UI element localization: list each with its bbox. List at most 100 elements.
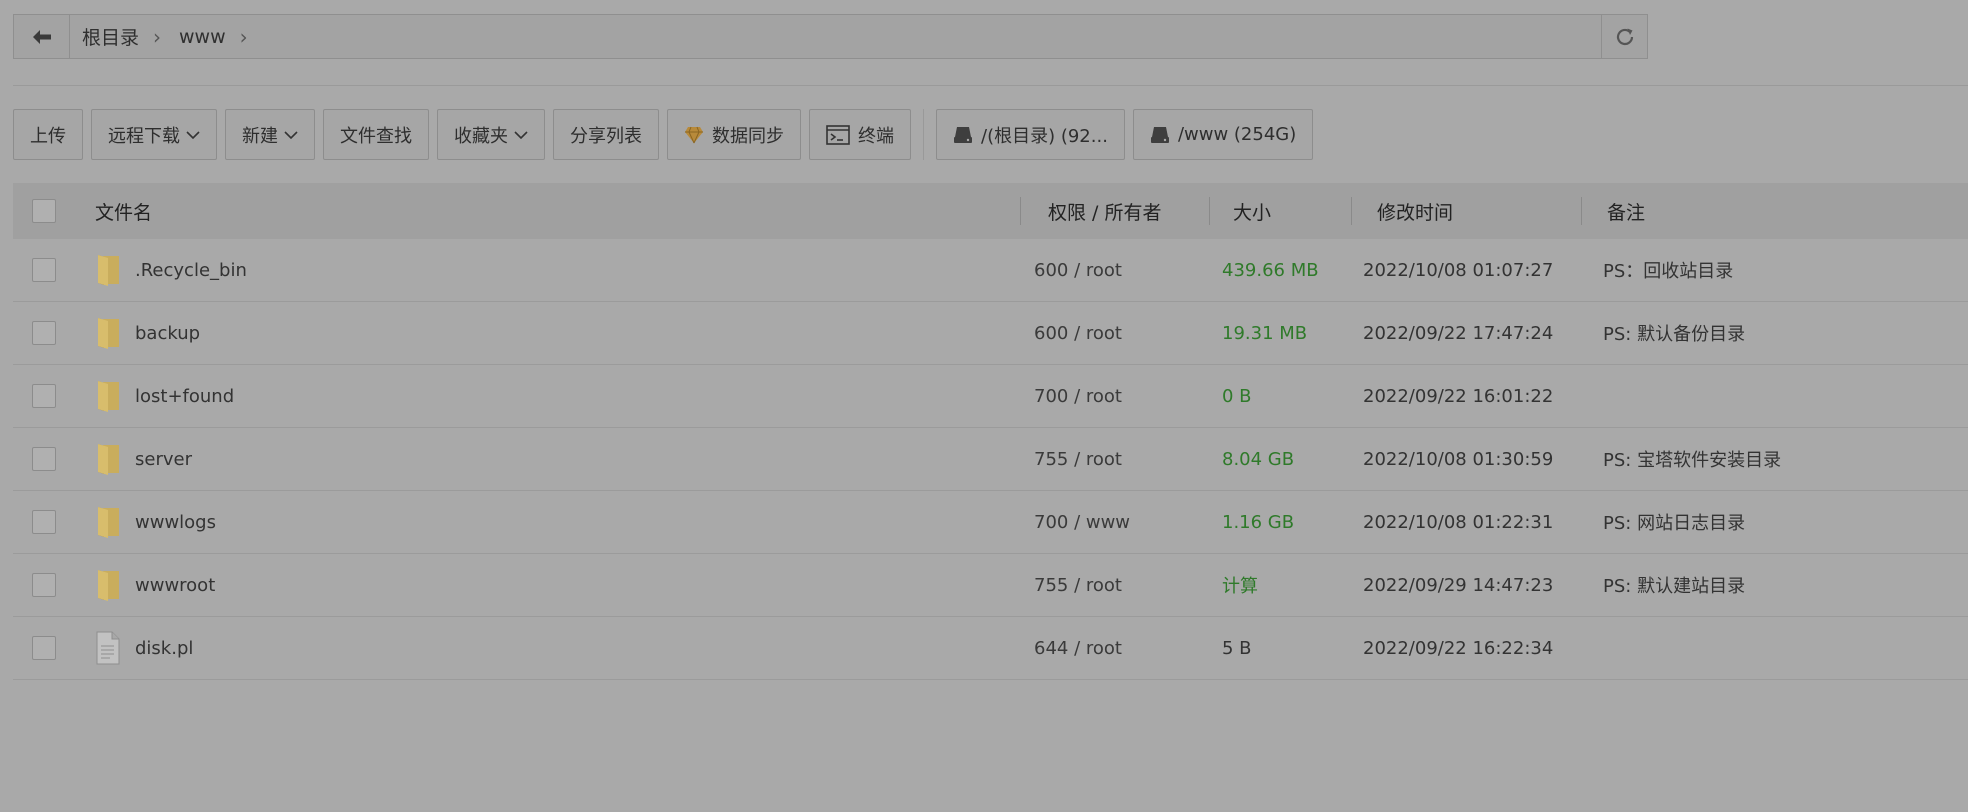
table-row[interactable]: wwwlogs 700 / www 1.16 GB 2022/10/08 01:22:… — [13, 491, 1968, 554]
file-name[interactable]: disk.pl — [135, 638, 193, 659]
row-checkbox[interactable] — [32, 510, 56, 534]
table-row[interactable]: server 755 / root 8.04 GB 2022/10/08 01:30:… — [13, 428, 1968, 491]
terminal-button[interactable]: 终端 — [809, 109, 911, 160]
file-name[interactable]: wwwlogs — [135, 512, 216, 533]
arrow-left-icon — [32, 29, 51, 44]
file-perm[interactable]: 600 / root — [1033, 260, 1221, 281]
file-mtime: 2022/09/22 17:47:24 — [1363, 322, 1554, 344]
folder-icon — [95, 568, 121, 602]
file-icon — [95, 631, 121, 665]
breadcrumb-www[interactable]: www — [179, 26, 226, 48]
select-all-checkbox[interactable] — [32, 199, 56, 223]
upload-label: 上传 — [30, 125, 66, 147]
breadcrumb-root[interactable]: 根目录 — [82, 23, 139, 50]
back-button[interactable] — [14, 15, 70, 58]
file-perm[interactable]: 700 / root — [1033, 386, 1221, 407]
table-row[interactable]: disk.pl 644 / root 5 B 2022/09/22 16:22:34 — [13, 617, 1968, 680]
toolbar: 上传 远程下载 新建 文件查找 收藏夹 分享列表 数据同步 终端 /(根目录) … — [13, 109, 1321, 160]
row-checkbox[interactable] — [32, 636, 56, 660]
diamond-icon — [684, 126, 704, 144]
chevron-down-icon — [186, 130, 200, 140]
table-row[interactable]: lost+found 700 / root 0 B 2022/09/22 16:01:… — [13, 365, 1968, 428]
file-note[interactable]: PS: 宝塔软件安装目录 — [1593, 446, 1968, 472]
file-name[interactable]: .Recycle_bin — [135, 260, 247, 281]
table-header: 文件名 权限 / 所有者 大小 修改时间 备注 — [13, 183, 1968, 239]
toolbar-divider — [923, 109, 924, 160]
share-list-button[interactable]: 分享列表 — [553, 109, 659, 160]
file-search-button[interactable]: 文件查找 — [323, 109, 429, 160]
file-perm[interactable]: 600 / root — [1033, 323, 1221, 344]
header-perm[interactable]: 权限 / 所有者 — [1033, 198, 1221, 225]
file-perm[interactable]: 755 / root — [1033, 449, 1221, 470]
header-name[interactable]: 文件名 — [95, 198, 1033, 225]
terminal-icon — [826, 124, 850, 145]
refresh-icon — [1616, 28, 1633, 45]
folder-icon — [95, 505, 121, 539]
new-button[interactable]: 新建 — [225, 109, 315, 160]
header-mtime[interactable]: 修改时间 — [1363, 198, 1593, 225]
folder-icon — [95, 379, 121, 413]
row-checkbox[interactable] — [32, 384, 56, 408]
table-row[interactable]: backup 600 / root 19.31 MB 2022/09/22 17:47… — [13, 302, 1968, 365]
disk-root-label: /(根目录) (92... — [981, 125, 1108, 147]
column-divider — [1209, 197, 1210, 225]
disk-www-label: /www (254G) — [1177, 124, 1297, 145]
remote-download-button[interactable]: 远程下载 — [91, 109, 217, 160]
file-size[interactable]: 19.31 MB — [1221, 323, 1363, 344]
file-mtime: 2022/09/22 16:01:22 — [1363, 385, 1554, 407]
data-sync-button[interactable]: 数据同步 — [667, 109, 801, 160]
new-label: 新建 — [242, 125, 278, 147]
terminal-label: 终端 — [858, 125, 894, 147]
disk-root-button[interactable]: /(根目录) (92... — [936, 109, 1125, 160]
data-sync-label: 数据同步 — [712, 125, 784, 147]
table-body: .Recycle_bin 600 / root 439.66 MB 2022/10/0… — [13, 239, 1968, 680]
column-divider — [1351, 197, 1352, 225]
path-bar: 根目录 › www › — [13, 14, 1648, 59]
file-mtime: 2022/09/29 14:47:23 — [1363, 574, 1554, 596]
file-size[interactable]: 计算 — [1221, 572, 1363, 598]
file-size[interactable]: 5 B — [1221, 638, 1363, 659]
file-note[interactable]: PS: 网站日志目录 — [1593, 509, 1968, 535]
table-row[interactable]: wwwroot 755 / root 计算 2022/09/29 14:47:23 PS… — [13, 554, 1968, 617]
column-divider — [1581, 197, 1582, 225]
upload-button[interactable]: 上传 — [13, 109, 83, 160]
header-size[interactable]: 大小 — [1221, 198, 1363, 225]
file-perm[interactable]: 644 / root — [1033, 638, 1221, 659]
file-mtime: 2022/09/22 16:22:34 — [1363, 637, 1554, 659]
file-name[interactable]: wwwroot — [135, 575, 215, 596]
file-note[interactable]: PS：回收站目录 — [1593, 257, 1968, 283]
file-size[interactable]: 439.66 MB — [1221, 260, 1363, 281]
file-perm[interactable]: 755 / root — [1033, 575, 1221, 596]
favorites-button[interactable]: 收藏夹 — [437, 109, 545, 160]
file-mtime: 2022/10/08 01:22:31 — [1363, 511, 1554, 533]
chevron-right-icon: › — [239, 24, 248, 49]
file-size[interactable]: 0 B — [1221, 386, 1363, 407]
header-note: 备注 — [1607, 201, 1646, 224]
row-checkbox[interactable] — [32, 573, 56, 597]
row-checkbox[interactable] — [32, 321, 56, 345]
file-name[interactable]: server — [135, 449, 192, 470]
folder-icon — [95, 253, 121, 287]
row-checkbox[interactable] — [32, 447, 56, 471]
file-note[interactable]: PS: 默认建站目录 — [1593, 572, 1968, 598]
file-perm[interactable]: 700 / www — [1033, 512, 1221, 533]
file-note[interactable]: PS: 默认备份目录 — [1593, 320, 1968, 346]
hard-drive-icon — [953, 126, 973, 144]
hard-drive-icon — [1150, 126, 1170, 144]
divider — [13, 85, 1968, 86]
row-checkbox[interactable] — [32, 258, 56, 282]
file-name[interactable]: lost+found — [135, 386, 234, 407]
breadcrumb: 根目录 › www › — [70, 23, 1601, 50]
refresh-button[interactable] — [1601, 15, 1647, 58]
chevron-right-icon: › — [153, 24, 162, 49]
folder-icon — [95, 316, 121, 350]
disk-www-button[interactable]: /www (254G) — [1132, 109, 1314, 160]
file-size[interactable]: 8.04 GB — [1221, 449, 1363, 470]
file-mtime: 2022/10/08 01:07:27 — [1363, 259, 1554, 281]
file-mtime: 2022/10/08 01:30:59 — [1363, 448, 1554, 470]
chevron-down-icon — [284, 130, 298, 140]
file-name[interactable]: backup — [135, 323, 200, 344]
table-row[interactable]: .Recycle_bin 600 / root 439.66 MB 2022/10/0… — [13, 239, 1968, 302]
share-list-label: 分享列表 — [570, 125, 642, 147]
file-size[interactable]: 1.16 GB — [1221, 512, 1363, 533]
